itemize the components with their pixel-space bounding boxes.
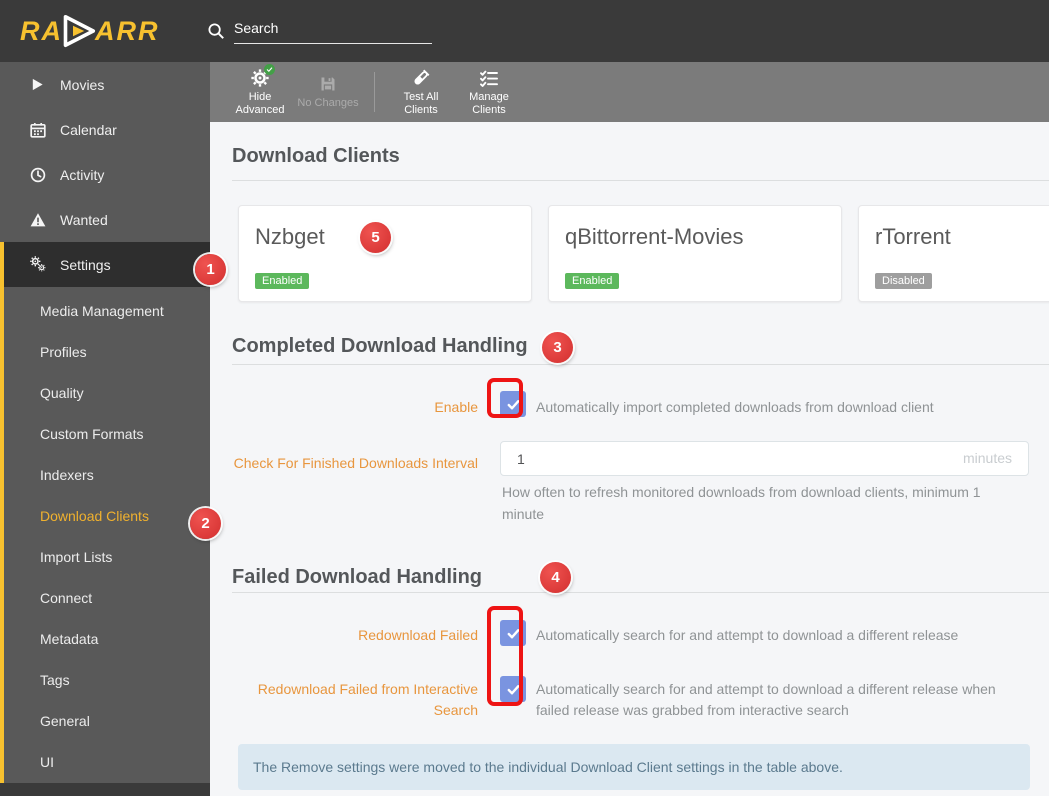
sidebar-footer <box>0 783 210 796</box>
sidebar-item-profiles[interactable]: Profiles <box>0 331 210 372</box>
sidebar-item-general[interactable]: General <box>0 700 210 741</box>
status-badge: Enabled <box>565 273 620 289</box>
enable-label: Enable <box>434 399 478 415</box>
page-title: Download Clients <box>232 145 400 167</box>
advanced-settings-icon <box>251 63 275 88</box>
radarr-app-window: RA ARR Movies Calendar Activity Wanted <box>0 0 1049 796</box>
clock-icon <box>30 166 47 183</box>
failed-download-handling-title: Failed Download Handling <box>232 566 482 588</box>
search-input[interactable] <box>234 18 432 44</box>
sidebar-item-activity[interactable]: Activity <box>0 152 210 197</box>
annotation-circle-1: 1 <box>195 254 226 285</box>
client-name: rTorrent <box>875 224 951 249</box>
interval-label: Check For Finished Downloads Interval <box>233 455 478 471</box>
client-card-qbittorrent-movies[interactable]: qBittorrent-Movies Enabled <box>548 205 842 302</box>
check-badge-icon <box>264 63 275 75</box>
top-bar: RA ARR <box>0 0 1049 62</box>
logo-text-right: ARR <box>95 15 160 46</box>
download-client-cards: Nzbget Enabled qBittorrent-Movies Enable… <box>238 205 1049 302</box>
toolbar-divider <box>374 72 375 112</box>
hide-advanced-button[interactable]: Hide Advanced <box>226 63 294 117</box>
sidebar-item-ui[interactable]: UI <box>0 741 210 782</box>
sidebar-item-label: Movies <box>60 76 105 93</box>
enable-help-text: Automatically import completed downloads… <box>536 399 934 415</box>
redownload-failed-help-text: Automatically search for and attempt to … <box>536 627 959 643</box>
calendar-icon <box>30 121 47 138</box>
manage-clients-button[interactable]: Manage Clients <box>455 68 523 117</box>
list-check-icon <box>480 68 498 88</box>
interval-unit: minutes <box>962 450 1012 466</box>
gears-icon <box>30 256 47 273</box>
toolbar-button-label: Test All Clients <box>403 90 439 116</box>
divider <box>232 180 1049 181</box>
divider <box>232 592 1049 593</box>
sidebar-item-indexers[interactable]: Indexers <box>0 454 210 495</box>
no-changes-button[interactable]: No Changes <box>294 74 362 110</box>
sidebar-item-metadata[interactable]: Metadata <box>0 618 210 659</box>
redownload-interactive-help-text: Automatically search for and attempt to … <box>536 681 996 718</box>
sidebar-item-quality[interactable]: Quality <box>0 372 210 413</box>
completed-download-handling-title: Completed Download Handling <box>232 335 528 357</box>
save-icon <box>319 74 337 94</box>
sidebar-item-download-clients[interactable]: Download Clients <box>0 495 210 536</box>
sidebar-item-tags[interactable]: Tags <box>0 659 210 700</box>
sidebar-item-import-lists[interactable]: Import Lists <box>0 536 210 577</box>
sidebar-item-custom-formats[interactable]: Custom Formats <box>0 413 210 454</box>
sidebar-item-settings[interactable]: Settings <box>0 242 210 287</box>
interval-input-box: minutes <box>500 441 1029 476</box>
annotation-rect-failed-checkboxes <box>487 606 523 706</box>
annotation-circle-3: 3 <box>542 332 573 363</box>
logo-text-left: RA <box>20 15 63 46</box>
active-section-indicator <box>0 242 4 783</box>
sidebar-item-label: Wanted <box>60 211 108 228</box>
test-all-clients-button[interactable]: Test All Clients <box>387 68 455 117</box>
settings-content: Download Clients Nzbget Enabled qBittorr… <box>210 122 1049 796</box>
interval-help-text: How often to refresh monitored downloads… <box>502 484 981 522</box>
toolbar-button-label: No Changes <box>297 97 359 109</box>
sidebar-item-connect[interactable]: Connect <box>0 577 210 618</box>
annotation-circle-4: 4 <box>540 562 571 593</box>
sidebar: Movies Calendar Activity Wanted Settings… <box>0 62 210 796</box>
sidebar-item-label: Activity <box>60 166 105 183</box>
annotation-rect-enable-checkbox <box>487 378 523 418</box>
sidebar-item-movies[interactable]: Movies <box>0 62 210 107</box>
sidebar-item-label: Settings <box>60 256 111 273</box>
status-badge: Enabled <box>255 273 310 289</box>
sidebar-item-calendar[interactable]: Calendar <box>0 107 210 152</box>
client-card-rtorrent[interactable]: rTorrent Disabled <box>858 205 1049 302</box>
redownload-failed-label: Redownload Failed <box>358 627 478 643</box>
search-icon <box>207 22 225 40</box>
test-tube-icon <box>412 68 430 88</box>
sidebar-item-media-management[interactable]: Media Management <box>0 290 210 331</box>
radarr-logo[interactable]: RA ARR <box>20 10 160 52</box>
warning-icon <box>30 211 47 228</box>
client-card-nzbget[interactable]: Nzbget Enabled <box>238 205 532 302</box>
client-name: qBittorrent-Movies <box>565 224 744 249</box>
redownload-interactive-label: Redownload Failed from Interactive Searc… <box>257 681 478 718</box>
search-box <box>207 18 432 44</box>
annotation-circle-5: 5 <box>360 222 391 253</box>
toolbar-button-label: Manage Clients <box>469 90 509 116</box>
settings-subnav: Media Management Profiles Quality Custom… <box>0 290 210 782</box>
info-message-text: The Remove settings were moved to the in… <box>253 759 843 775</box>
toolbar-button-label: Hide Advanced <box>235 90 285 116</box>
sidebar-item-wanted[interactable]: Wanted <box>0 197 210 242</box>
annotation-circle-2: 2 <box>190 508 221 539</box>
page-toolbar: Hide Advanced No Changes Test All Client… <box>210 62 1049 122</box>
play-triangle-icon <box>61 13 97 49</box>
info-message-box: The Remove settings were moved to the in… <box>238 744 1030 790</box>
status-badge: Disabled <box>875 273 932 289</box>
sidebar-item-label: Calendar <box>60 121 117 138</box>
divider <box>232 364 1049 365</box>
play-icon <box>30 76 47 93</box>
interval-input[interactable] <box>501 442 1028 475</box>
